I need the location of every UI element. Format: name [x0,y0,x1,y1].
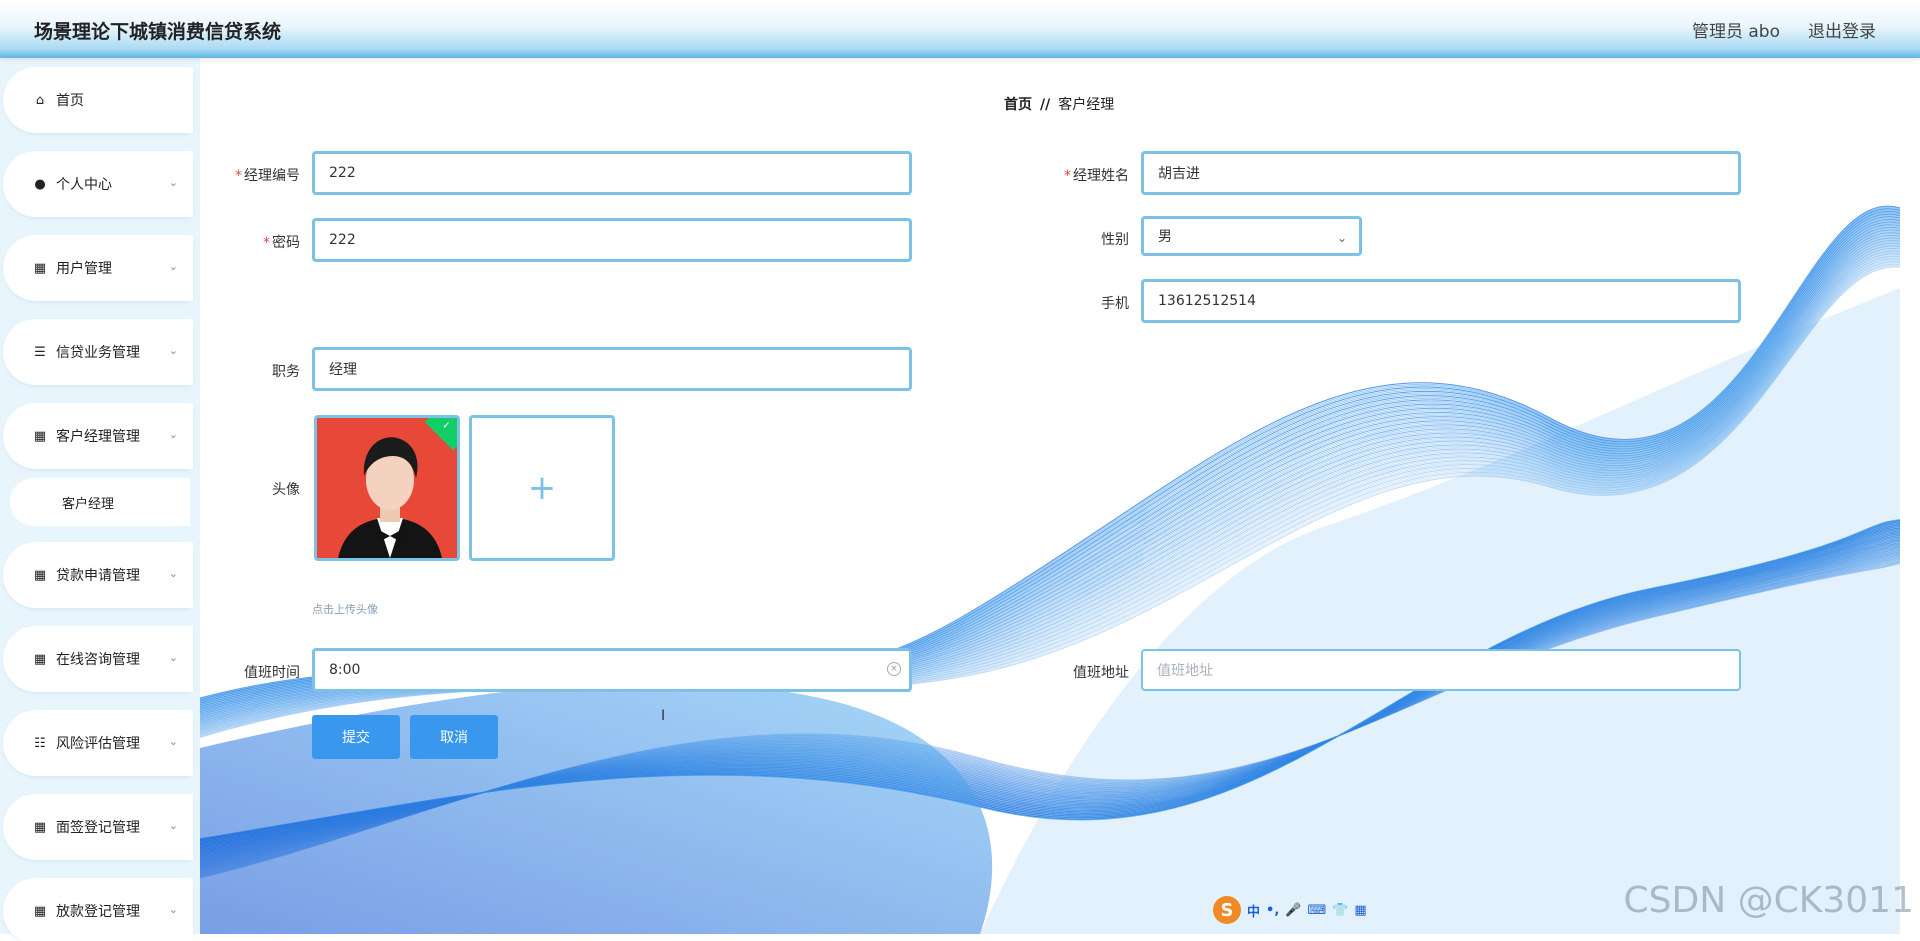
password-label: * 密码 [263,235,300,251]
sidebar-item-online-consult[interactable]: ▦ 在线咨询管理 ⌄ [6,629,190,689]
grid-icon: ▦ [33,567,47,583]
grid-icon: ▦ [33,651,47,667]
chevron-down-icon: ⌄ [168,176,178,189]
sidebar-item-label: 在线咨询管理 [56,652,140,668]
sidebar-item-label: 客户经理管理 [56,429,140,445]
grid-icon: ▦ [33,260,47,276]
sidebar-item-label: 面签登记管理 [56,820,140,836]
chevron-down-icon: ⌄ [1336,231,1347,245]
gender-select[interactable]: 男 ⌄ [1141,216,1362,256]
manager-id-label: * 经理编号 [235,168,300,184]
sidebar-item-label: 信贷业务管理 [56,345,140,361]
gender-label: 性别 [1101,232,1129,248]
chevron-down-icon: ⌄ [168,903,178,916]
chevron-down-icon: ⌄ [168,260,178,273]
chevron-down-icon: ⌄ [168,651,178,664]
chevron-down-icon: ⌄ [168,735,178,748]
sidebar-item-label: 贷款申请管理 [56,568,140,584]
admin-user-label: 管理员 abo [1691,22,1780,42]
sidebar-item-user-management[interactable]: ▦ 用户管理 ⌄ [6,238,190,298]
sidebar-item-label: 首页 [56,93,84,109]
phone-label: 手机 [1101,296,1129,312]
skin-shirt-icon[interactable]: 👕 [1332,903,1348,918]
sogou-logo-icon[interactable]: S [1213,896,1241,924]
sidebar-item-home[interactable]: ⌂ 首页 [6,70,190,130]
app-title: 场景理论下城镇消费信贷系统 [34,21,282,43]
manager-name-label: * 经理姓名 [1064,168,1129,184]
breadcrumb-home[interactable]: 首页 [1004,97,1032,113]
required-mark: * [1064,168,1071,184]
chevron-down-icon: ⌄ [168,567,178,580]
breadcrumb: 首页 // 客户经理 [1004,94,1114,114]
clear-icon[interactable]: × [887,662,901,676]
toolbox-icon[interactable]: ▦ [1354,903,1366,918]
grid-icon: ▦ [33,428,47,444]
chevron-down-icon: ⌄ [168,344,178,357]
breadcrumb-current: 客户经理 [1058,97,1115,113]
avatar-label: 头像 [272,482,300,498]
grid-icon: ▦ [33,903,47,919]
breadcrumb-separator: // [1040,97,1051,113]
grid-icon: ▦ [33,819,47,835]
manager-name-input[interactable]: 胡吉进 [1141,151,1741,195]
sidebar-item-risk-assessment[interactable]: ☷ 风险评估管理 ⌄ [6,713,190,773]
main-content: 首页//客户经理 * 经理编号 222 * 经理姓名 胡吉进 * 密码 222 性别 … [200,58,1920,934]
avatar-upload-button[interactable]: + [469,415,615,561]
duty-time-input[interactable]: 8:00 × [312,648,912,692]
check-icon: ✓ [442,420,451,432]
sidebar-item-signing-registration[interactable]: ▦ 面签登记管理 ⌄ [6,797,190,857]
sidebar-item-label: 个人中心 [56,177,112,193]
chevron-down-icon: ⌄ [168,819,178,832]
avatar-photo [317,418,457,558]
avatar-preview[interactable]: ✓ [314,415,460,561]
manager-id-input[interactable]: 222 [312,151,912,195]
ime-toolbar[interactable]: S 中 •, 🎤 ⌨ 👕 ▦ [1213,893,1391,927]
sidebar: ⌂ 首页 ● 个人中心 ⌄ ▦ 用户管理 ⌄ ☰ 信贷业务管理 ⌄ ▦ 客户经理… [0,58,200,941]
user-icon: ● [34,176,46,192]
required-mark: * [235,168,242,184]
plus-icon: + [527,468,557,508]
watermark: CSDN @CK3011 [1623,880,1914,921]
sidebar-item-credit-business[interactable]: ☰ 信贷业务管理 ⌄ [6,322,190,382]
avatar-upload-hint: 点击上传头像 [312,603,378,616]
sidebar-item-label: 放款登记管理 [56,904,140,920]
list-icon: ☰ [34,344,46,360]
phone-input[interactable]: 13612512514 [1141,279,1741,323]
sidebar-subitem-label: 客户经理 [62,496,115,512]
sidebar-item-disbursement-registration[interactable]: ▦ 放款登记管理 ⌄ [6,881,190,941]
password-input[interactable]: 222 [312,218,912,262]
position-label: 职务 [272,364,300,380]
duty-time-label: 值班时间 [244,665,300,681]
sidebar-item-label: 风险评估管理 [56,736,140,752]
sidebar-item-personal-center[interactable]: ● 个人中心 ⌄ [6,154,190,214]
chevron-down-icon: ⌄ [168,428,178,441]
microphone-icon[interactable]: 🎤 [1285,903,1301,918]
duty-address-label: 值班地址 [1073,665,1129,681]
sliders-icon: ☷ [34,735,46,751]
sidebar-item-account-manager[interactable]: ▦ 客户经理管理 ⌄ [6,406,190,466]
ime-punctuation-toggle[interactable]: •, [1266,903,1279,918]
position-input[interactable]: 经理 [312,347,912,391]
home-icon: ⌂ [35,92,45,108]
sidebar-item-label: 用户管理 [56,261,112,277]
text-cursor-icon: I [661,708,666,724]
ime-language-toggle[interactable]: 中 [1247,901,1260,920]
logout-link[interactable]: 退出登录 [1808,17,1876,42]
required-mark: * [263,235,270,251]
cancel-button[interactable]: 取消 [410,715,498,759]
keyboard-icon[interactable]: ⌨ [1307,903,1326,918]
sidebar-subitem-account-manager[interactable]: 客户经理 [10,478,190,526]
submit-button[interactable]: 提交 [312,715,400,759]
duty-address-input[interactable]: 值班地址 [1141,649,1741,691]
top-header: 场景理论下城镇消费信贷系统 管理员 abo 退出登录 [0,0,1920,58]
sidebar-item-loan-application[interactable]: ▦ 贷款申请管理 ⌄ [6,545,190,605]
